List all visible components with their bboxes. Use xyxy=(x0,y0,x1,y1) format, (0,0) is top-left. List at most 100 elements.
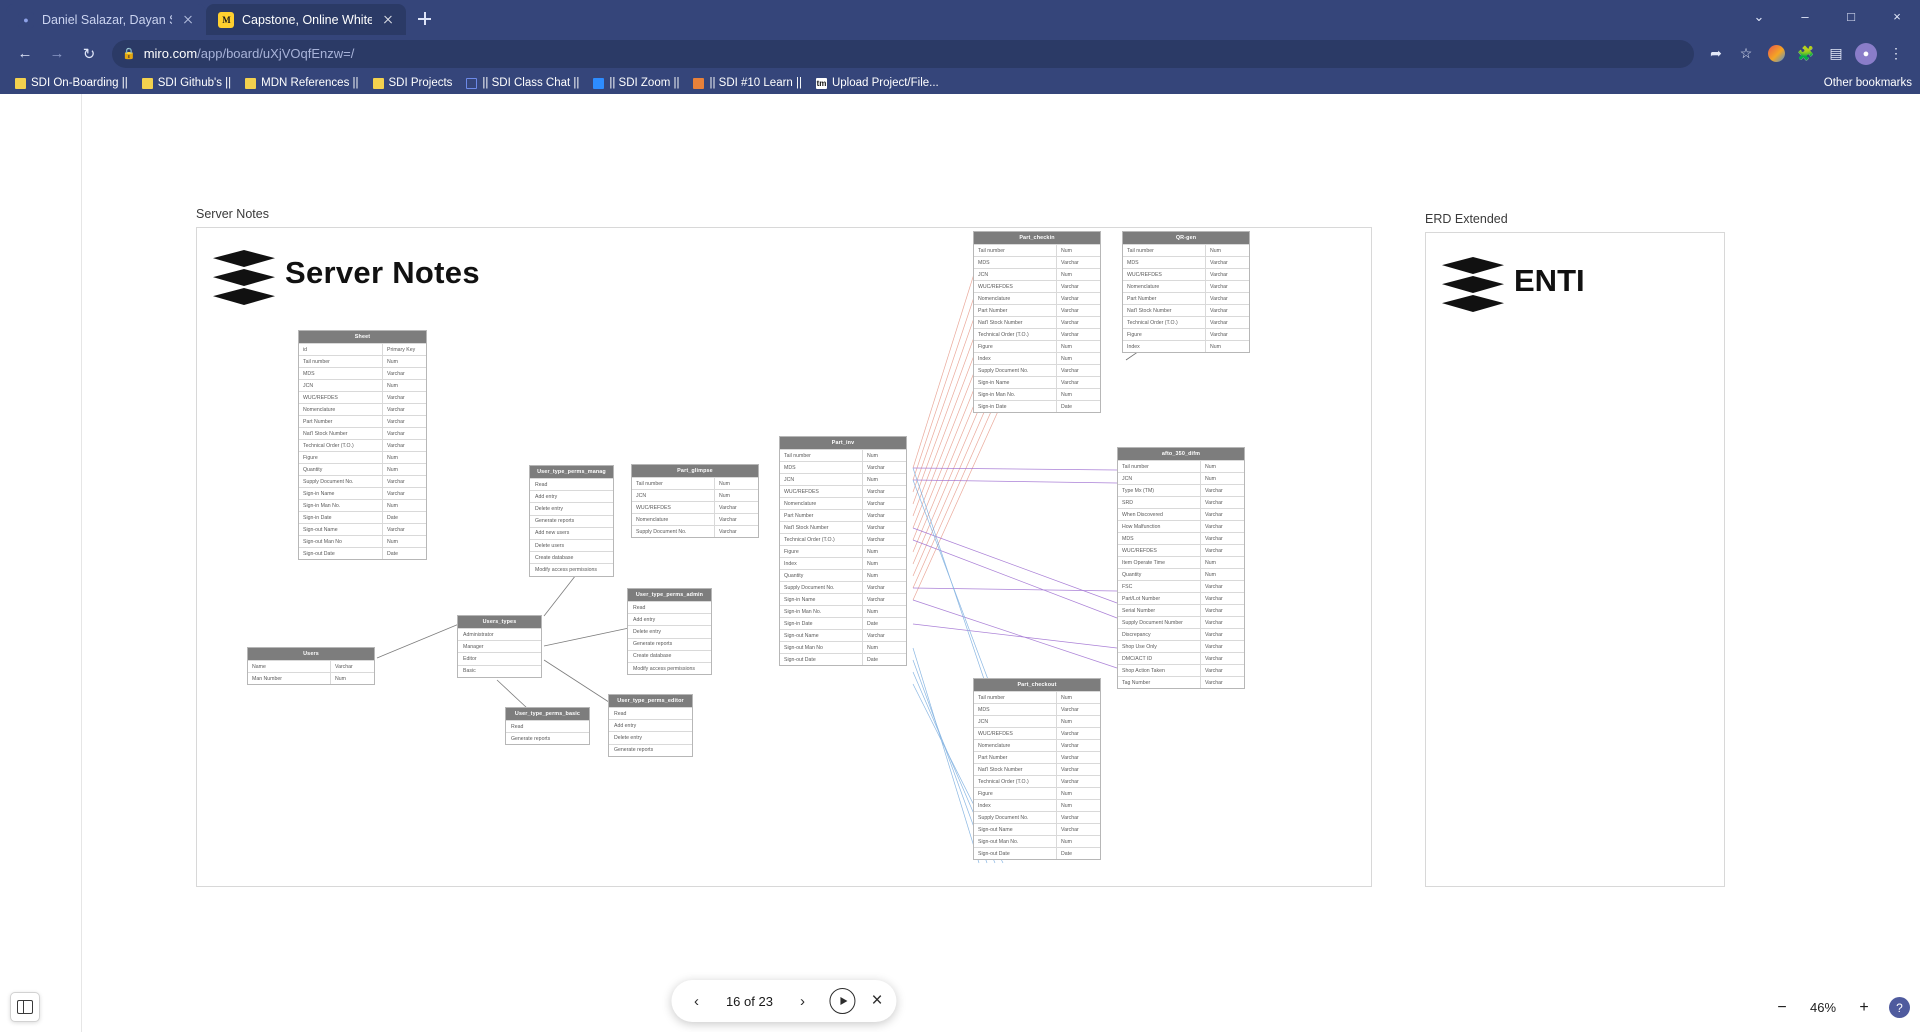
erd-table-row: Sign-in Man No. Num xyxy=(299,499,426,511)
share-icon[interactable]: ➦ xyxy=(1702,40,1730,68)
overflow-menu-icon[interactable]: ⋮ xyxy=(1882,40,1910,68)
close-tab-icon[interactable] xyxy=(180,12,196,28)
erd-table-row: Sign-in Name Varchar xyxy=(780,593,906,605)
erd-field-name: Sign-in Man No. xyxy=(784,608,822,615)
erd-field-type: Varchar xyxy=(714,526,758,537)
bookmark-item[interactable]: || SDI Zoom || xyxy=(586,73,686,93)
exit-presentation-button[interactable]: × xyxy=(871,990,882,1012)
right-frame[interactable]: ENTI xyxy=(1425,232,1725,887)
erd-table[interactable]: User_type_perms_manag Read Add entry Delete… xyxy=(529,465,614,577)
erd-field-name: Tail number xyxy=(1122,463,1149,470)
bookmark-label: SDI Projects xyxy=(388,77,453,89)
miro-icon: M xyxy=(218,11,234,28)
erd-field-name: DMC/ACT ID xyxy=(1122,655,1153,662)
erd-field-name: Sign-out Date xyxy=(978,850,1010,857)
erd-field-type: Varchar xyxy=(382,368,426,379)
erd-field-name: JCN xyxy=(303,382,314,389)
maximize-button[interactable]: □ xyxy=(1828,0,1874,33)
erd-table-row: Index Num xyxy=(1123,340,1249,352)
erd-table[interactable]: User_type_perms_editor Read Add entry Delet… xyxy=(608,694,693,757)
bookmark-item[interactable]: tm Upload Project/File... xyxy=(809,73,946,93)
erd-table[interactable]: Part_glimpse Tail number Num JCN Num WUC/REFD… xyxy=(631,464,759,538)
profile-avatar[interactable]: ● xyxy=(1852,40,1880,68)
erd-field-name: id xyxy=(303,346,308,353)
close-window-button[interactable]: × xyxy=(1874,0,1920,33)
erd-field-type: Date xyxy=(862,618,906,629)
erd-table[interactable]: Part_inv Tail number Num MDS Varchar JCN Num WU… xyxy=(779,436,907,666)
erd-table-row: WUC/REFDES Varchar xyxy=(1118,544,1244,556)
erd-field-name: MDS xyxy=(978,259,990,266)
erd-table[interactable]: User_type_perms_admin Read Add entry Delete… xyxy=(627,588,712,676)
erd-table-row: JCN Num xyxy=(974,268,1100,280)
zoom-in-button[interactable]: + xyxy=(1855,999,1873,1017)
erd-table[interactable]: afto_350_difm Tail number Num JCN Num Type Mx… xyxy=(1117,447,1245,689)
erd-table-row: JCN Num xyxy=(632,489,758,501)
erd-table[interactable]: QR-gen Tail number Num MDS Varchar WUC/REFDES… xyxy=(1122,231,1250,353)
address-bar[interactable]: 🔒 miro.com/app/board/uXjVOqfEnzw=/ xyxy=(112,39,1694,68)
erd-table-row: Sign-out Man No Num xyxy=(299,535,426,547)
erd-table-row: Sign-out Name Varchar xyxy=(974,823,1100,835)
erd-table-title: Users xyxy=(248,648,374,660)
minimize-button[interactable]: – xyxy=(1782,0,1828,33)
zoom-out-button[interactable]: − xyxy=(1773,999,1791,1017)
previous-slide-button[interactable]: ‹ xyxy=(685,990,707,1012)
erd-field-name: WUC/REFDES xyxy=(636,504,671,511)
extension-colored-icon[interactable] xyxy=(1762,40,1790,68)
erd-table[interactable]: Part_checkout Tail number Num MDS Varchar JCN… xyxy=(973,678,1101,860)
erd-table-row: Figure Num xyxy=(974,787,1100,799)
erd-field-name: Tail number xyxy=(636,480,663,487)
bookmark-item[interactable]: || SDI Class Chat || xyxy=(459,73,586,93)
erd-field-name: MDS xyxy=(1122,535,1134,542)
erd-table[interactable]: Users_types Administrator Manager Editor Bas… xyxy=(457,615,542,678)
forward-button[interactable]: → xyxy=(42,39,72,69)
erd-table[interactable]: Users Name Varchar Man Number Num xyxy=(247,647,375,685)
bookmark-item[interactable]: SDI Github's || xyxy=(135,73,238,93)
erd-field-type: Varchar xyxy=(1205,257,1249,268)
back-button[interactable]: ← xyxy=(10,39,40,69)
erd-table-row: Delete entry xyxy=(609,731,692,743)
erd-table-title: User_type_perms_admin xyxy=(628,589,711,601)
erd-table-row: Part Number Varchar xyxy=(974,751,1100,763)
sidepanel-icon[interactable]: ▤ xyxy=(1822,40,1850,68)
play-presentation-button[interactable] xyxy=(829,988,856,1014)
erd-table-row: Tail number Num xyxy=(974,691,1100,703)
erd-table-row: Generate reports xyxy=(530,514,613,527)
slide-frame[interactable]: Server Notes Sheet id Primary Key Tail n… xyxy=(196,227,1372,887)
new-tab-button[interactable] xyxy=(410,5,438,33)
bookmark-item[interactable]: MDN References || xyxy=(238,73,365,93)
erd-table-row: Tag Number Varchar xyxy=(1118,676,1244,688)
chevron-left-icon: ‹ xyxy=(693,992,699,1010)
erd-field-name: Generate reports xyxy=(535,518,575,525)
bookmark-item[interactable]: SDI Projects xyxy=(366,73,460,93)
help-button[interactable]: ? xyxy=(1889,997,1910,1018)
erd-field-name: WUC/REFDES xyxy=(1127,271,1162,278)
chevron-down-icon[interactable]: ⌄ xyxy=(1736,0,1782,33)
close-tab-icon[interactable] xyxy=(380,12,396,28)
folder-icon xyxy=(15,77,26,89)
erd-table[interactable]: User_type_perms_basic Read Generate report… xyxy=(505,707,590,746)
bookmark-item[interactable]: SDI On-Boarding || xyxy=(8,73,135,93)
erd-table[interactable]: Sheet id Primary Key Tail number Num MDS Varch… xyxy=(298,330,427,560)
puzzle-extension-icon[interactable]: 🧩 xyxy=(1792,40,1820,68)
bookmark-star-icon[interactable]: ☆ xyxy=(1732,40,1760,68)
erd-field-type: Varchar xyxy=(1056,704,1100,715)
bookmark-item[interactable]: || SDI #10 Learn || xyxy=(686,73,809,93)
other-bookmarks-button[interactable]: Other bookmarks xyxy=(1819,77,1912,89)
panel-toggle-button[interactable] xyxy=(10,992,40,1022)
erd-field-type: Date xyxy=(1056,848,1100,859)
erd-table-row: JCN Num xyxy=(299,379,426,391)
miro-board-canvas[interactable]: Server Notes ERD Extended Server Notes S… xyxy=(0,94,1920,1032)
browser-tab-1[interactable]: M Capstone, Online Whiteboard for xyxy=(206,4,406,35)
reload-button[interactable]: ↻ xyxy=(74,39,104,69)
erd-table-row: Part Number Varchar xyxy=(299,415,426,427)
erd-field-name: Tail number xyxy=(784,452,811,459)
erd-field-type: Varchar xyxy=(1205,269,1249,280)
erd-field-name: Delete users xyxy=(535,542,565,549)
erd-field-name: Quantity xyxy=(1122,571,1142,578)
erd-table-row: DMC/ACT ID Varchar xyxy=(1118,652,1244,664)
erd-field-type: Num xyxy=(1056,269,1100,280)
next-slide-button[interactable]: › xyxy=(791,990,813,1012)
zoom-level[interactable]: 46% xyxy=(1807,1000,1839,1015)
browser-tab-0[interactable]: ● Daniel Salazar, Dayan Sauerbronn xyxy=(6,4,206,35)
erd-table[interactable]: Part_checkin Tail number Num MDS Varchar JCN N… xyxy=(973,231,1101,413)
